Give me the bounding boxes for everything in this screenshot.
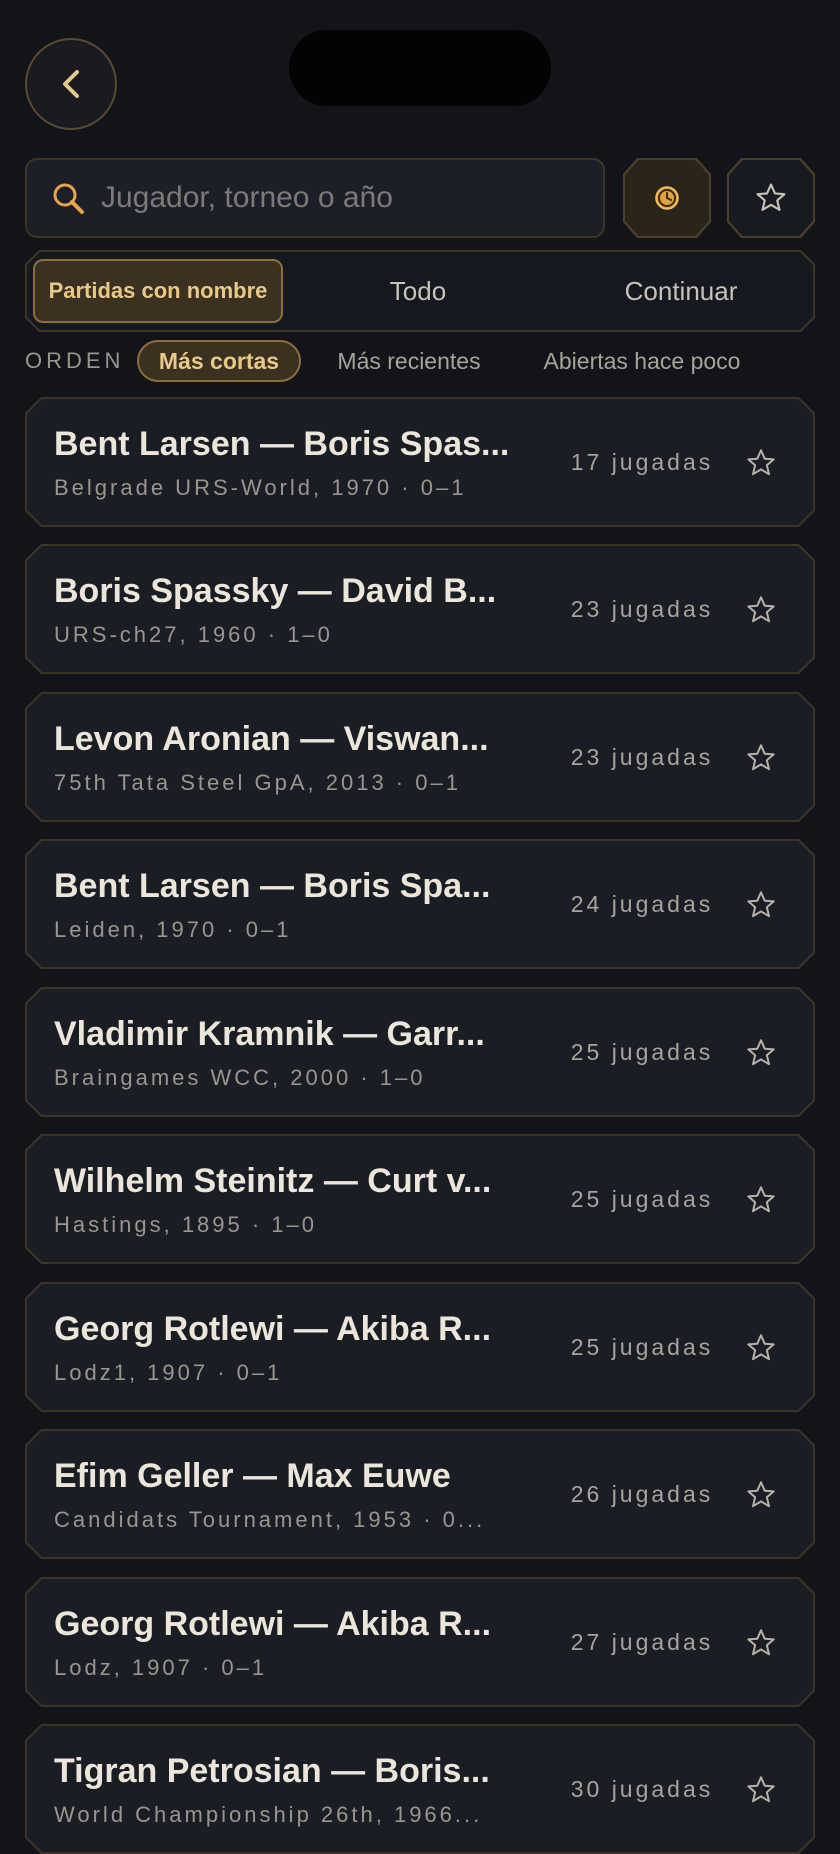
game-moves: 27 jugadas: [570, 1629, 714, 1655]
game-moves: 23 jugadas: [570, 744, 714, 770]
history-button[interactable]: [623, 158, 711, 238]
game-subtitle: URS-ch27, 1960 · 1–0: [54, 622, 333, 647]
game-moves: 24 jugadas: [570, 891, 714, 917]
tab-named-games[interactable]: Partidas con nombre: [33, 259, 283, 323]
game-moves: 30 jugadas: [570, 1776, 714, 1802]
search-input[interactable]: [99, 180, 603, 216]
game-title: Boris Spassky — David B...: [54, 572, 497, 610]
game-subtitle: Braingames WCC, 2000 · 1–0: [54, 1065, 426, 1090]
favorites-button[interactable]: [727, 158, 815, 238]
game-subtitle: World Championship 26th, 1966...: [54, 1802, 483, 1827]
game-title: Bent Larsen — Boris Spas...: [54, 425, 510, 463]
filter-tabs: Partidas con nombre Todo Continuar: [25, 250, 815, 332]
game-moves: 25 jugadas: [570, 1186, 714, 1212]
game-moves: 26 jugadas: [570, 1481, 714, 1507]
favorite-star-icon[interactable]: [745, 1479, 777, 1511]
game-card[interactable]: Levon Aronian — Viswan... 75th Tata Stee…: [25, 692, 815, 822]
game-title: Georg Rotlewi — Akiba R...: [54, 1310, 492, 1348]
game-title: Georg Rotlewi — Akiba R...: [54, 1605, 492, 1643]
favorite-star-icon[interactable]: [745, 1627, 777, 1659]
game-title: Efim Geller — Max Euwe: [54, 1457, 451, 1495]
search-bar[interactable]: [25, 158, 605, 238]
tab-all[interactable]: Todo: [287, 252, 549, 330]
game-card[interactable]: Georg Rotlewi — Akiba R... Lodz1, 1907 ·…: [25, 1282, 815, 1412]
game-subtitle: Lodz1, 1907 · 0–1: [54, 1360, 283, 1385]
game-card[interactable]: Bent Larsen — Boris Spa... Leiden, 1970 …: [25, 839, 815, 969]
favorite-star-icon[interactable]: [745, 447, 777, 479]
game-title: Tigran Petrosian — Boris...: [54, 1752, 490, 1790]
favorite-star-icon[interactable]: [745, 889, 777, 921]
sort-label: ORDEN: [25, 348, 125, 373]
favorite-star-icon[interactable]: [745, 1037, 777, 1069]
sort-row: ORDEN Más cortas Más recientes Abiertas …: [25, 338, 825, 384]
game-card[interactable]: Tigran Petrosian — Boris... World Champi…: [25, 1724, 815, 1854]
game-subtitle: Hastings, 1895 · 1–0: [54, 1212, 318, 1237]
sort-shortest[interactable]: Más cortas: [137, 340, 301, 382]
game-moves: 25 jugadas: [570, 1334, 714, 1360]
clock-icon: [655, 186, 679, 210]
favorite-star-icon[interactable]: [745, 1184, 777, 1216]
chevron-left-icon: [63, 70, 79, 98]
favorite-star-icon[interactable]: [745, 1332, 777, 1364]
favorite-star-icon[interactable]: [745, 594, 777, 626]
sort-recently-opened[interactable]: Abiertas hace poco: [527, 340, 757, 382]
game-title: Levon Aronian — Viswan...: [54, 720, 489, 758]
star-icon: [756, 183, 786, 211]
back-button[interactable]: [25, 38, 117, 130]
favorite-star-icon[interactable]: [745, 742, 777, 774]
top-bar: [0, 0, 840, 140]
game-title: Wilhelm Steinitz — Curt v...: [54, 1162, 492, 1200]
game-moves: 17 jugadas: [570, 449, 714, 475]
game-moves: 23 jugadas: [570, 596, 714, 622]
game-card[interactable]: Georg Rotlewi — Akiba R... Lodz, 1907 · …: [25, 1577, 815, 1707]
game-moves: 25 jugadas: [570, 1039, 714, 1065]
game-subtitle: Belgrade URS-World, 1970 · 0–1: [54, 475, 467, 500]
game-card[interactable]: Bent Larsen — Boris Spas... Belgrade URS…: [25, 397, 815, 527]
game-subtitle: Candidats Tournament, 1953 · 0...: [54, 1507, 486, 1532]
favorite-star-icon[interactable]: [745, 1774, 777, 1806]
game-card[interactable]: Boris Spassky — David B... URS-ch27, 196…: [25, 544, 815, 674]
search-icon: [53, 183, 84, 214]
tab-continue[interactable]: Continuar: [549, 252, 813, 330]
game-subtitle: Lodz, 1907 · 0–1: [54, 1655, 268, 1680]
sort-most-recent[interactable]: Más recientes: [321, 340, 497, 382]
game-title: Vladimir Kramnik — Garr...: [54, 1015, 485, 1053]
game-subtitle: Leiden, 1970 · 0–1: [54, 917, 292, 942]
game-subtitle: 75th Tata Steel GpA, 2013 · 0–1: [54, 770, 461, 795]
game-card[interactable]: Vladimir Kramnik — Garr... Braingames WC…: [25, 987, 815, 1117]
camera-notch: [289, 30, 551, 106]
game-title: Bent Larsen — Boris Spa...: [54, 867, 491, 905]
game-card[interactable]: Efim Geller — Max Euwe Candidats Tournam…: [25, 1429, 815, 1559]
game-card[interactable]: Wilhelm Steinitz — Curt v... Hastings, 1…: [25, 1134, 815, 1264]
